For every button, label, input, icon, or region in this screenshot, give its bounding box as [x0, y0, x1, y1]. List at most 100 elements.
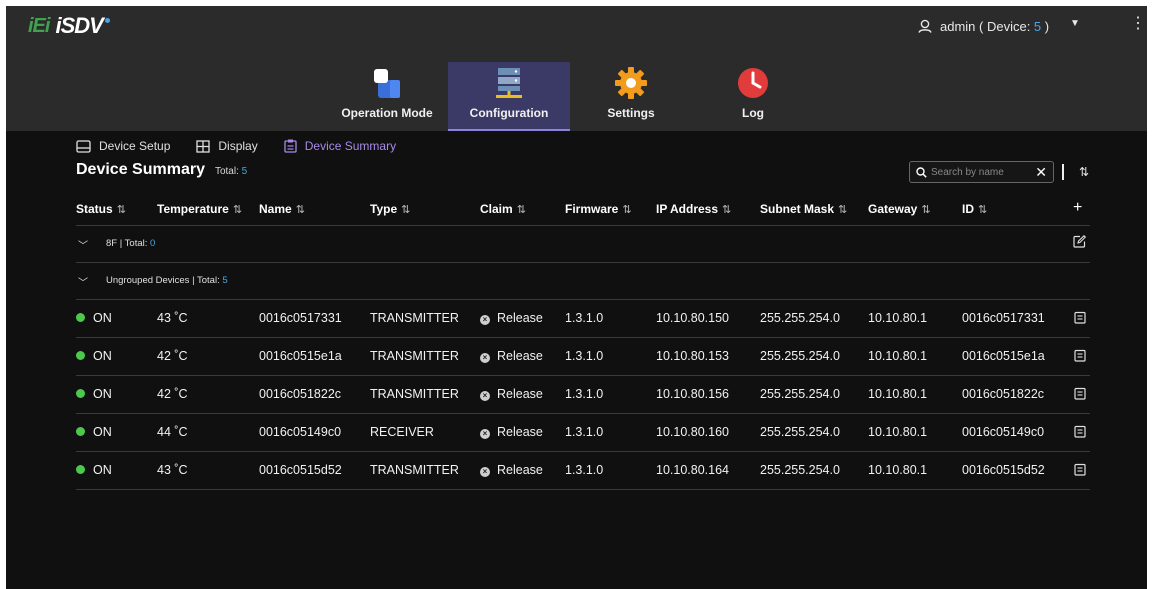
sort-icon: ⇅: [516, 204, 526, 216]
cell-status: ON: [76, 387, 112, 401]
logo: iEi iSDV: [28, 13, 110, 38]
logo-isdv: iSDV: [55, 13, 103, 38]
cell-claim[interactable]: × Release: [480, 311, 543, 325]
cell-gateway: 10.10.80.1: [868, 387, 928, 401]
clear-search-icon[interactable]: ✕: [1035, 164, 1047, 181]
cell-status: ON: [76, 463, 112, 477]
table-row[interactable]: ON 43 ˚C 0016c0515d52 TRANSMITTER × Release 1.…: [76, 452, 1090, 490]
cell-claim[interactable]: × Release: [480, 349, 543, 363]
cell-firmware: 1.3.1.0: [565, 387, 604, 401]
group-8f[interactable]: ﹀ 8F | Total: 0: [76, 226, 1090, 263]
total-count: Total: 5: [214, 166, 248, 177]
device-detail-icon[interactable]: [1074, 425, 1086, 441]
cell-temp: 42 ˚C: [157, 387, 188, 401]
cell-gateway: 10.10.80.1: [868, 425, 928, 439]
cell-claim[interactable]: × Release: [480, 463, 543, 477]
add-column-icon[interactable]: +: [1073, 199, 1082, 217]
cell-gateway: 10.10.80.1: [868, 463, 928, 477]
release-icon: ×: [480, 315, 490, 325]
chevron-down-icon[interactable]: ﹀: [78, 237, 88, 252]
nav-label: Operation Mode: [341, 106, 433, 120]
search-input[interactable]: [929, 165, 1025, 179]
col-name[interactable]: Name ⇅: [259, 202, 305, 216]
device-table: Status ⇅ Temperature ⇅ Name ⇅ Type ⇅ Claim ⇅ …: [76, 193, 1090, 490]
cell-id: 0016c0517331: [962, 311, 1045, 325]
cell-id: 0016c0515e1a: [962, 349, 1045, 363]
nav-settings[interactable]: Settings: [570, 62, 692, 131]
cell-name: 0016c0515d52: [259, 463, 342, 477]
col-gateway[interactable]: Gateway ⇅: [868, 202, 931, 216]
top-bar: iEi iSDV admin ( Device: 5 ) ▼ ⋮ Operati…: [6, 6, 1147, 131]
operation-mode-icon: [374, 69, 400, 98]
tab-display[interactable]: Display: [196, 136, 258, 156]
table-row[interactable]: ON 42 ˚C 0016c0515e1a TRANSMITTER × Release 1.…: [76, 338, 1090, 376]
table-row[interactable]: ON 44 ˚C 0016c05149c0 RECEIVER × Release 1.3.1…: [76, 414, 1090, 452]
group-ungrouped[interactable]: ﹀ Ungrouped Devices | Total: 5: [76, 263, 1090, 300]
cell-type: TRANSMITTER: [370, 311, 459, 325]
sort-toggle-icon[interactable]: ⇅: [1079, 165, 1089, 179]
col-status[interactable]: Status ⇅: [76, 202, 126, 216]
nav-operation-mode[interactable]: Operation Mode: [326, 62, 448, 131]
sort-icon: ⇅: [116, 204, 126, 216]
sort-icon: ⇅: [722, 204, 732, 216]
cell-temp: 43 ˚C: [157, 311, 188, 325]
sort-icon: ⇅: [622, 204, 632, 216]
cell-ip: 10.10.80.156: [656, 387, 729, 401]
user-menu[interactable]: admin ( Device: 5 ): [918, 16, 1049, 36]
cell-claim[interactable]: × Release: [480, 387, 543, 401]
page-title: Device Summary Total: 5: [76, 161, 247, 179]
edit-group-icon[interactable]: [1073, 235, 1086, 248]
app-window: iEi iSDV admin ( Device: 5 ) ▼ ⋮ Operati…: [6, 6, 1147, 589]
device-detail-icon[interactable]: [1074, 463, 1086, 479]
cell-mask: 255.255.254.0: [760, 387, 840, 401]
col-ip-address[interactable]: IP Address ⇅: [656, 202, 731, 216]
col-id[interactable]: ID ⇅: [962, 202, 987, 216]
status-on-icon: [76, 389, 85, 398]
user-label: admin ( Device: 5 ): [940, 18, 1050, 34]
release-icon: ×: [480, 353, 490, 363]
col-firmware[interactable]: Firmware ⇅: [565, 202, 632, 216]
col-type[interactable]: Type ⇅: [370, 202, 410, 216]
group-label: 8F | Total: 0: [106, 238, 156, 249]
more-vertical-icon[interactable]: ⋮: [1130, 16, 1146, 32]
cell-ip: 10.10.80.150: [656, 311, 729, 325]
col-temperature[interactable]: Temperature ⇅: [157, 202, 242, 216]
release-icon: ×: [480, 391, 490, 401]
status-on-icon: [76, 313, 85, 322]
cell-gateway: 10.10.80.1: [868, 311, 928, 325]
cell-firmware: 1.3.1.0: [565, 463, 604, 477]
nav-label: Configuration: [469, 106, 549, 120]
cell-ip: 10.10.80.153: [656, 349, 729, 363]
nav-label: Settings: [607, 106, 655, 120]
cell-type: TRANSMITTER: [370, 387, 459, 401]
nav-log[interactable]: Log: [692, 62, 814, 131]
tab-device-summary[interactable]: Device Summary: [284, 136, 396, 156]
logo-iei: iEi: [28, 14, 50, 37]
user-caret-down-icon[interactable]: ▼: [1070, 18, 1080, 29]
cell-id: 0016c05149c0: [962, 425, 1045, 439]
nav-configuration[interactable]: Configuration: [448, 62, 570, 131]
col-claim[interactable]: Claim ⇅: [480, 202, 526, 216]
cell-mask: 255.255.254.0: [760, 349, 840, 363]
user-icon: [918, 19, 932, 33]
log-clock-icon: [738, 68, 768, 98]
device-detail-icon[interactable]: [1074, 387, 1086, 403]
cell-firmware: 1.3.1.0: [565, 349, 604, 363]
table-row[interactable]: ON 42 ˚C 0016c051822c TRANSMITTER × Release 1.…: [76, 376, 1090, 414]
tab-device-setup[interactable]: Device Setup: [76, 136, 170, 156]
device-detail-icon[interactable]: [1074, 349, 1086, 365]
device-detail-icon[interactable]: [1074, 311, 1086, 327]
cell-name: 0016c051822c: [259, 387, 342, 401]
col-subnet-mask[interactable]: Subnet Mask ⇅: [760, 202, 847, 216]
cell-gateway: 10.10.80.1: [868, 349, 928, 363]
table-row[interactable]: ON 43 ˚C 0016c0517331 TRANSMITTER × Release 1.…: [76, 300, 1090, 338]
cell-ip: 10.10.80.164: [656, 463, 729, 477]
release-icon: ×: [480, 467, 490, 477]
chevron-down-icon[interactable]: ﹀: [78, 274, 88, 289]
cell-claim[interactable]: × Release: [480, 425, 543, 439]
group-label: Ungrouped Devices | Total: 5: [106, 275, 228, 286]
sort-icon: ⇅: [232, 204, 243, 216]
table-body: ON 43 ˚C 0016c0517331 TRANSMITTER × Release 1.…: [76, 300, 1090, 490]
cell-id: 0016c0515d52: [962, 463, 1045, 477]
cell-mask: 255.255.254.0: [760, 463, 840, 477]
